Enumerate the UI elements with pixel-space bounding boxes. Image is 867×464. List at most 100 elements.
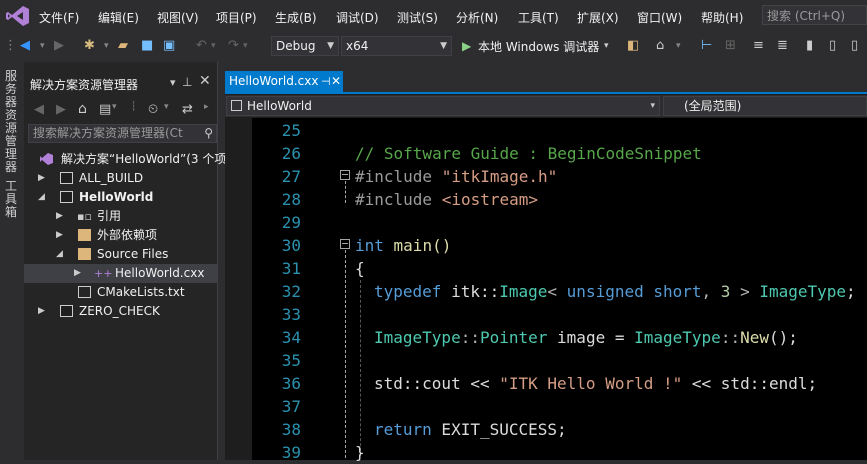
switch-views-dropdown-icon[interactable]: ▾ (112, 102, 117, 112)
filter-dropdown-icon[interactable]: ▾ (164, 102, 169, 112)
solution-configuration-select[interactable]: Debug ▼ (271, 36, 339, 56)
member-scope-select[interactable]: (全局范围) (663, 96, 867, 116)
uncomment-lines-icon[interactable]: ≣ (777, 38, 788, 54)
toolbar-grip-icon: ⋮ (4, 38, 17, 53)
prev-bookmark-icon[interactable]: ▯ (851, 38, 858, 54)
tree-item-zero-check[interactable]: ▶ ZERO_CHECK (24, 302, 218, 321)
tree-item-source-files[interactable]: ◢ Source Files (24, 245, 218, 264)
code-token: EXIT_SUCCESS; (431, 420, 567, 439)
project-scope-select[interactable]: HelloWorld ▾ (226, 96, 660, 116)
tree-item-all-build[interactable]: ▶ ALL_BUILD (24, 169, 218, 188)
tree-item-solution[interactable]: 解决方案“HelloWorld”(3 个项目 (24, 150, 238, 169)
document-tab-strip: HelloWorld.cxx ⊣ ✕ (225, 71, 867, 94)
back-dropdown-icon[interactable]: ▾ (40, 38, 45, 54)
pin-icon[interactable]: ⊣ (321, 71, 331, 92)
collapse-icon[interactable]: ◢ (38, 188, 45, 207)
tree-item-references[interactable]: ▶ ▪▫ 引用 (24, 207, 218, 226)
save-icon[interactable]: ■ (141, 38, 153, 54)
menu-edit[interactable]: 编辑(E) (98, 9, 139, 26)
debug-target-dropdown-icon[interactable]: ▾ (604, 38, 609, 54)
expand-icon[interactable]: ▶ (38, 169, 45, 188)
open-file-icon[interactable]: ▰ (118, 38, 128, 54)
collapse-icon[interactable]: ◢ (56, 245, 63, 264)
line-number: 30 (281, 236, 301, 255)
menu-window[interactable]: 窗口(W) (637, 9, 682, 26)
menu-build[interactable]: 生成(B) (275, 9, 317, 26)
start-debugging-button[interactable]: 本地 Windows 调试器 (478, 38, 599, 55)
close-icon[interactable]: ✕ (331, 71, 341, 92)
redo-dropdown-icon[interactable]: ▾ (243, 38, 248, 54)
new-project-dropdown-icon[interactable]: ▾ (104, 38, 109, 54)
home-icon[interactable]: ⌂ (656, 38, 664, 54)
code-token: << std::endl; (682, 374, 818, 393)
save-all-icon[interactable]: ▣ (163, 38, 175, 54)
expand-icon[interactable]: ▶ (38, 302, 45, 321)
solution-explorer-search-placeholder: 搜索解决方案资源管理器(Ct (33, 126, 183, 140)
expand-icon[interactable]: ▶ (74, 264, 81, 283)
collapse-region-icon[interactable] (340, 170, 350, 180)
solution-explorer-search-input[interactable]: 搜索解决方案资源管理器(Ct ⚲ (28, 124, 217, 143)
close-icon[interactable]: ✕ (199, 73, 211, 89)
back-icon[interactable]: ◀ (20, 38, 30, 54)
toolbox-tab[interactable]: 工具箱 (5, 180, 19, 219)
back-icon[interactable]: ◀ (34, 102, 44, 117)
server-explorer-tab[interactable]: 服务器资源管理器 (5, 70, 19, 174)
new-project-icon[interactable]: ✱ (84, 38, 95, 54)
search-icon[interactable]: ⚲ (204, 125, 213, 142)
menu-tools[interactable]: 工具(T) (518, 9, 559, 26)
outline-guide (345, 250, 347, 458)
menu-analyze[interactable]: 分析(N) (456, 9, 498, 26)
menu-extensions[interactable]: 扩展(X) (577, 9, 619, 26)
member-scope-value: (全局范围) (684, 99, 742, 113)
tree-item-helloworld-cxx[interactable]: ▶ ++ HelloWorld.cxx (24, 264, 217, 283)
code-area[interactable]: 25 26 27 28 29 30 31 32 33 34 35 36 37 3… (225, 118, 867, 462)
quick-launch-search[interactable]: 搜索 (Ctrl+Q) (762, 5, 867, 25)
navigation-bar: HelloWorld ▾ (全局范围) (225, 95, 867, 117)
start-debugging-icon[interactable]: ▶ (462, 38, 471, 54)
line-number: 35 (281, 351, 301, 370)
panel-options-icon[interactable]: ▾ (170, 76, 176, 89)
expand-icon[interactable]: ▶ (56, 226, 63, 245)
solution-explorer-toolbar: ◀ ▶ ⌂ ▤ ▾ ┆ ⏲ ▾ ⇄ ▸ (24, 96, 218, 122)
tree-item-cmakelists[interactable]: CMakeLists.txt (24, 283, 218, 302)
pending-changes-filter-icon[interactable]: ⏲ (148, 102, 158, 117)
pin-icon[interactable]: ⊥ (182, 75, 192, 89)
expand-icon[interactable]: ▶ (56, 207, 63, 226)
more-icon[interactable]: ▸ (204, 102, 209, 112)
home-dropdown-icon[interactable]: ▾ (676, 38, 681, 54)
tab-helloworld-cxx[interactable]: HelloWorld.cxx ⊣ ✕ (225, 71, 343, 92)
attach-process-icon[interactable]: ◧ (627, 38, 639, 54)
standard-toolbar: ⋮ ◀ ▾ ▶ ✱ ▾ ▰ ■ ▣ ↶ ▾ ↷ ▾ Debug ▼ x64 ▼ … (0, 32, 867, 62)
home-icon[interactable]: ⌂ (78, 101, 87, 117)
menu-project[interactable]: 项目(P) (216, 9, 257, 26)
menu-help[interactable]: 帮助(H) (701, 9, 743, 26)
type-token: ImageType (374, 328, 461, 347)
bookmark-icon[interactable]: ▮ (806, 38, 813, 54)
solution-platform-select[interactable]: x64 ▼ (341, 36, 452, 56)
line-number: 27 (281, 167, 301, 186)
chevron-down-icon: ▼ (440, 41, 447, 51)
forward-icon[interactable]: ▶ (56, 102, 66, 117)
redo-icon[interactable]: ↷ (228, 38, 239, 54)
collapse-region-icon[interactable] (340, 239, 350, 249)
breakpoint-toggle-icon[interactable]: ⊞ (725, 38, 736, 54)
tree-item-external-dependencies[interactable]: ▶ 外部依赖项 (24, 226, 218, 245)
sync-icon[interactable]: ⇄ (182, 102, 193, 117)
undo-icon[interactable]: ↶ (196, 38, 207, 54)
undo-dropdown-icon[interactable]: ▾ (211, 38, 216, 54)
menu-file[interactable]: 文件(F) (39, 9, 79, 26)
brace-token: { (355, 259, 365, 278)
comment-lines-icon[interactable]: ≡ (753, 38, 764, 54)
tree-item-helloworld-project[interactable]: ◢ HelloWorld (24, 188, 218, 207)
project-icon (60, 172, 73, 184)
code-token: > (730, 282, 760, 301)
cpp-file-icon: ++ (94, 267, 113, 280)
keyword-token: unsigned short (566, 282, 702, 301)
forward-icon[interactable]: ▶ (54, 38, 64, 54)
switch-views-icon[interactable]: ▤ (99, 102, 111, 117)
step-icon[interactable]: ⊢ (701, 38, 712, 54)
next-bookmark-icon[interactable]: ▯ (829, 38, 836, 54)
menu-view[interactable]: 视图(V) (157, 9, 199, 26)
menu-debug[interactable]: 调试(D) (336, 9, 379, 26)
menu-test[interactable]: 测试(S) (397, 9, 438, 26)
